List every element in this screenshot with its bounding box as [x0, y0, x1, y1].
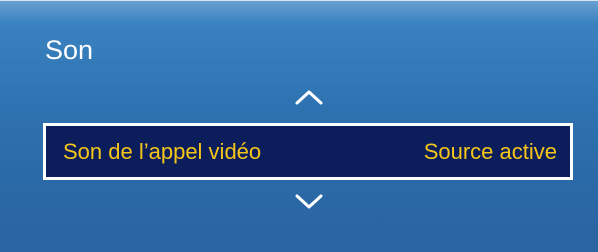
- menu-item-value: Source active: [423, 139, 557, 164]
- chevron-down-icon[interactable]: [294, 193, 324, 211]
- menu-title: Son: [45, 35, 94, 65]
- menu-item-video-call-sound[interactable]: Son de l’appel vidéo Source active: [43, 123, 573, 180]
- chevron-up-icon[interactable]: [294, 88, 324, 106]
- sound-menu-panel: Son Son de l’appel vidéo Source active: [0, 0, 598, 252]
- menu-item-label: Son de l’appel vidéo: [63, 139, 262, 164]
